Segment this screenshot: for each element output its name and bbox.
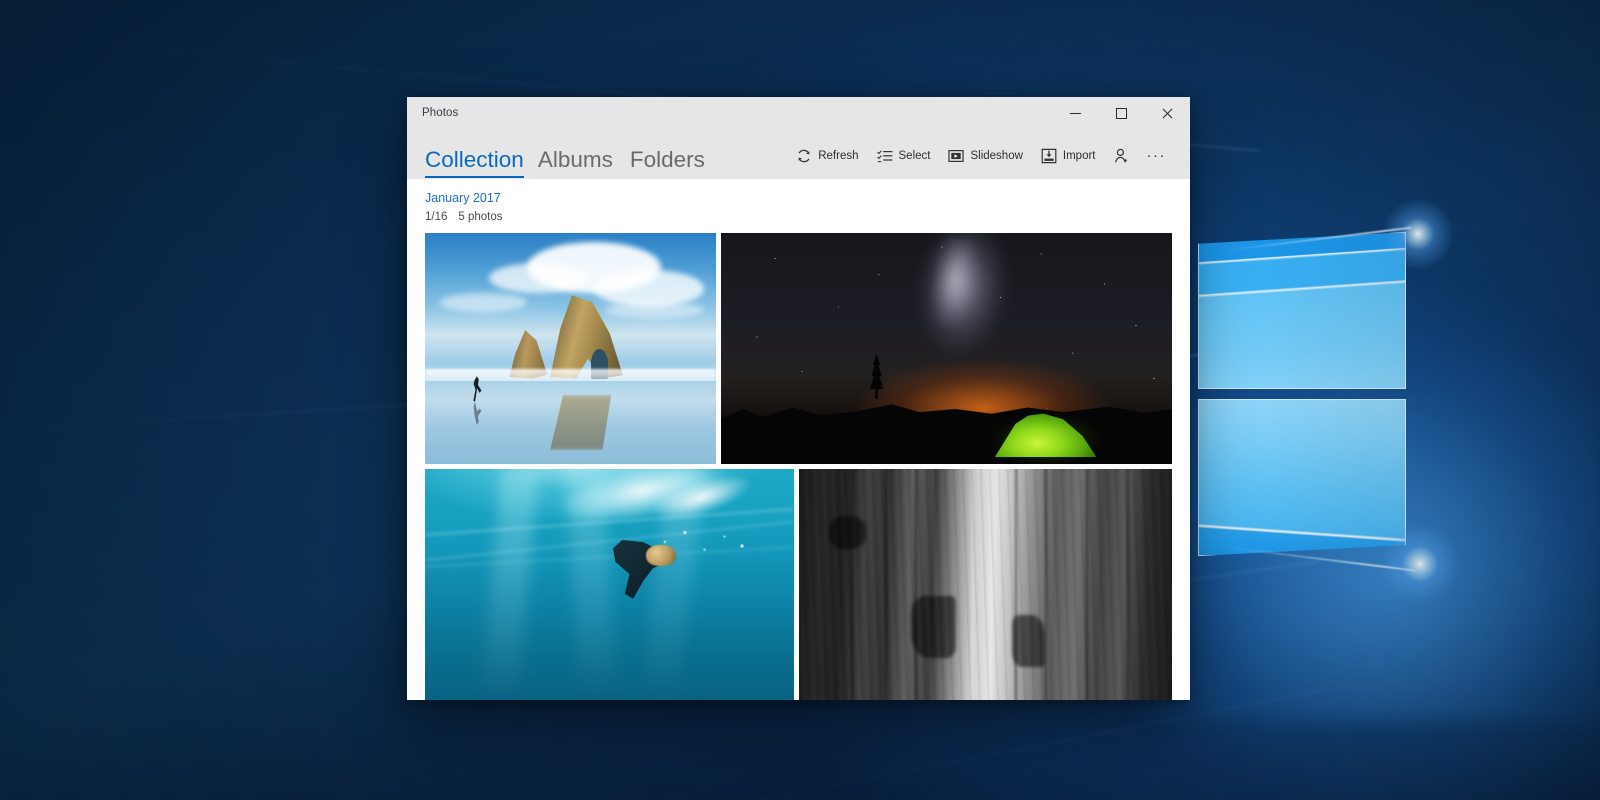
tab-albums[interactable]: Albums <box>538 148 630 179</box>
desktop: Photos Collection Albums Folders Refresh… <box>0 0 1600 800</box>
photo-group-date-range: 1/16 <box>425 211 448 223</box>
photo-image <box>799 469 1172 700</box>
refresh-button[interactable]: Refresh <box>787 145 867 167</box>
close-button[interactable] <box>1144 97 1190 129</box>
command-bar: Collection Albums Folders Refresh Select… <box>407 129 1190 179</box>
photo-group-meta: 1/16 5 photos <box>425 211 1176 223</box>
tab-collection[interactable]: Collection <box>425 148 538 179</box>
photos-window[interactable]: Photos Collection Albums Folders Refresh… <box>407 97 1190 700</box>
photo-image <box>425 233 716 464</box>
photo-group-title[interactable]: January 2017 <box>425 191 1176 205</box>
import-button[interactable]: Import <box>1032 145 1105 167</box>
tab-folders[interactable]: Folders <box>630 148 722 179</box>
refresh-icon <box>798 149 810 163</box>
more-options-button[interactable]: ··· <box>1137 147 1177 165</box>
select-label: Select <box>898 150 931 162</box>
slideshow-icon <box>948 149 965 163</box>
photo-grid <box>425 233 1176 700</box>
tab-folders-label: Folders <box>629 147 705 173</box>
slideshow-button[interactable]: Slideshow <box>939 145 1031 167</box>
select-icon <box>876 150 892 163</box>
photo-thumbnail-milky-way-green-tent[interactable] <box>721 233 1172 464</box>
account-person-icon <box>1114 148 1127 163</box>
minimize-icon <box>1069 112 1081 114</box>
select-button[interactable]: Select <box>868 145 940 167</box>
photo-thumbnail-grayscale-rock-face[interactable] <box>799 469 1172 700</box>
slideshow-label: Slideshow <box>970 150 1023 162</box>
tab-list: Collection Albums Folders <box>425 148 722 179</box>
maximize-icon <box>1115 107 1127 119</box>
photo-image <box>425 469 794 700</box>
window-titlebar[interactable]: Photos <box>407 97 1190 129</box>
photo-thumbnail-beach-rock-formation-runner[interactable] <box>425 233 716 464</box>
photo-group-count: 5 photos <box>458 211 503 223</box>
collection-content: January 2017 1/16 5 photos <box>407 179 1190 700</box>
ellipsis-icon: ··· <box>1146 147 1166 164</box>
maximize-button[interactable] <box>1098 97 1144 129</box>
photo-image <box>721 233 1172 464</box>
command-actions: Refresh Select Slideshow Import ··· <box>787 145 1176 179</box>
import-label: Import <box>1062 150 1096 162</box>
caption-button-group <box>1052 97 1190 129</box>
photo-thumbnail-underwater-snorkeler[interactable] <box>425 469 794 700</box>
window-title: Photos <box>422 107 459 119</box>
import-icon <box>1041 148 1057 164</box>
refresh-label: Refresh <box>818 150 859 162</box>
minimize-button[interactable] <box>1052 97 1098 129</box>
photo-grid-row <box>425 469 1176 700</box>
tab-collection-label: Collection <box>425 147 524 173</box>
account-button[interactable] <box>1105 145 1137 167</box>
tab-albums-label: Albums <box>537 147 613 173</box>
photo-grid-row <box>425 233 1176 464</box>
close-icon <box>1161 107 1173 119</box>
